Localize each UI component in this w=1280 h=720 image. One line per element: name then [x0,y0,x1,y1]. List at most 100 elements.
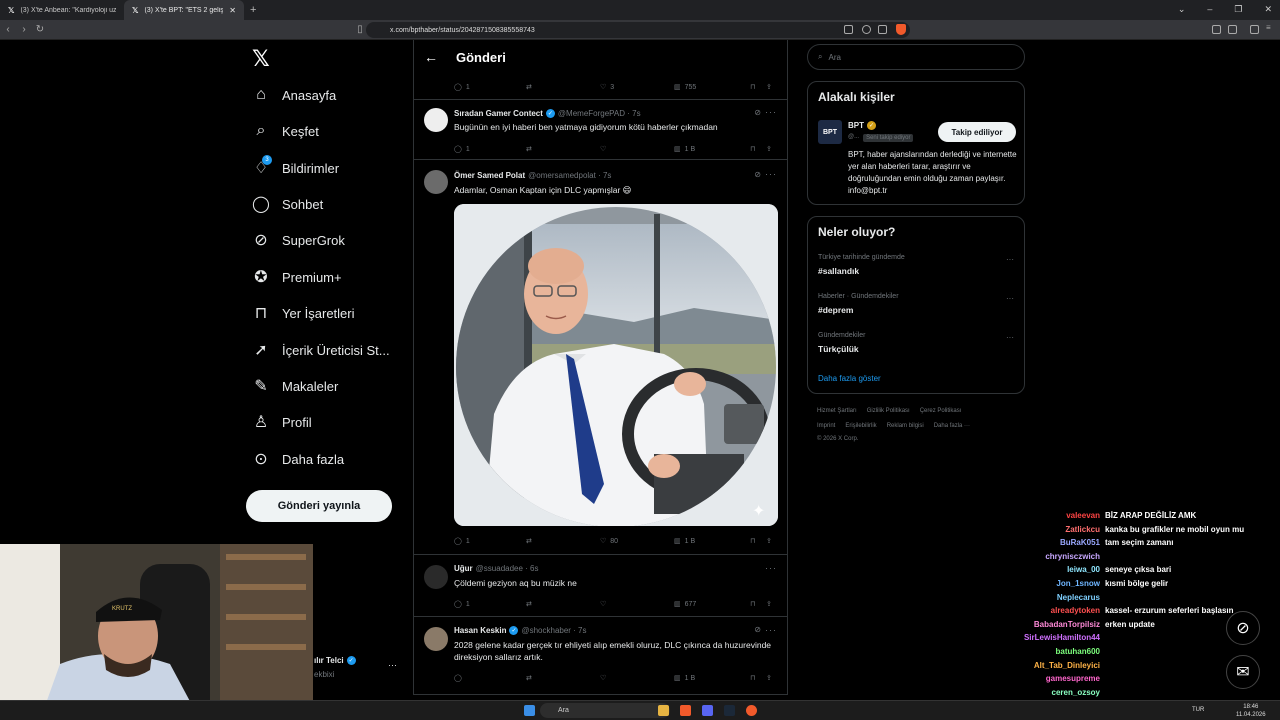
following-button[interactable]: Takip ediliyor [938,122,1016,142]
chat-username[interactable]: BabadanTorpilsiz [1000,620,1105,633]
footer-link[interactable]: Daha fazla ··· [934,423,970,429]
steam-icon[interactable] [724,705,735,716]
grok-icon[interactable]: ⊘ [754,625,761,634]
views-button[interactable]: ▥ 1 B [674,145,695,154]
views-button[interactable]: ▥ 1 B [674,537,695,546]
author-name[interactable]: Uğur [454,564,473,573]
more-icon[interactable]: ··· [765,625,777,635]
footer-link[interactable]: Imprint [817,423,835,429]
author-handle[interactable]: @ssuadadee · 6s [476,564,539,573]
bookmark-button[interactable]: ⊓ [750,537,755,545]
views-button[interactable]: ▥ 1 B [674,674,695,683]
reply-post[interactable]: Sıradan Gamer Contect ✓ @MemeForgePAD · … [414,100,787,160]
footer-link[interactable]: Gizlilik Politikası [867,408,910,414]
sidebar-item-5[interactable]: ✪ Premium+ [252,265,341,289]
reload-icon[interactable]: ↻ [32,24,48,35]
post-button[interactable]: Gönderi yayınla [246,490,392,522]
brave-alt-icon[interactable] [746,705,757,716]
more-icon[interactable]: ··· [765,169,777,179]
sidebar-item-1[interactable]: ⌕ Keşfet [252,119,319,143]
close-tab-icon[interactable]: ✕ [229,6,236,15]
chat-username[interactable]: Alt_Tab_Dinleyici [1000,661,1105,674]
share-button[interactable]: ⇪ [766,83,772,91]
bookmark-button[interactable]: ⊓ [750,145,755,153]
repost-button[interactable]: ⇄ [526,145,532,153]
close-window-button[interactable]: ✕ [1264,4,1272,15]
reply-post[interactable]: Hasan Keskin ✓ @shockhaber · 7s ⊘ ··· 20… [414,617,787,695]
chat-username[interactable]: ceren_ozsoy [1000,688,1105,701]
footer-link[interactable]: Hizmet Şartları [817,408,857,414]
back-arrow-icon[interactable]: ← [424,49,438,65]
footer-link[interactable]: Reklam bilgisi [887,423,924,429]
bookmark-button[interactable]: ⊓ [750,83,755,91]
chat-username[interactable]: batuhan600 [1000,647,1105,660]
x-logo[interactable]: 𝕏 [252,46,270,72]
account-name[interactable]: ılır Telci ✓ [314,656,356,665]
author-name[interactable]: Hasan Keskin [454,626,506,635]
messages-float-button[interactable]: ✉ [1226,655,1260,689]
chat-username[interactable]: leiwa_00 [1000,565,1105,578]
chat-username[interactable]: Jon_1snow [1000,579,1105,592]
browser-tab-active[interactable]: 𝕏 (3) X'te BPT: "ETS 2 geliştiricisi S ✕ [124,0,244,20]
author-name[interactable]: Ömer Samed Polat [454,171,525,180]
chevron-down-icon[interactable]: ⌄ [1178,4,1186,15]
footer-link[interactable]: Çerez Politikası [920,408,962,414]
sidebar-item-6[interactable]: ⊓ Yer İşaretleri [252,301,355,325]
reply-button[interactable]: ◯ [454,674,462,682]
chat-username[interactable]: alreadytoken [1000,606,1105,619]
windows-start-icon[interactable] [524,705,535,716]
author-handle[interactable]: @omersamedpolat · 7s [528,171,611,180]
sidebar-item-9[interactable]: ♙ Profil [252,410,312,434]
reply-post[interactable]: Ömer Samed Polat @omersamedpolat · 7s ⊘ … [414,160,787,555]
discord-icon[interactable] [702,705,713,716]
sidebar-item-8[interactable]: ✎ Makaleler [252,374,338,398]
post-image[interactable]: ✦ [454,204,778,526]
browser-tab[interactable]: 𝕏 (3) X'te Anbean: "Kardiyoloji uzmanı [0,0,124,20]
sidebar-item-2[interactable]: ♢ 3 Bildirimler [252,155,339,180]
reply-button[interactable]: ◯ 1 [454,600,470,609]
like-button[interactable]: ♡ [600,600,606,608]
sidebar-item-7[interactable]: ➚ İçerik Üreticisi St... [252,338,389,362]
share-button[interactable]: ⇪ [766,145,772,153]
bookmark-button[interactable]: ⊓ [750,600,755,608]
chat-username[interactable]: Zatlickcu [1000,525,1105,538]
extensions-icon[interactable] [1212,25,1221,34]
reply-button[interactable]: ◯ 1 [454,145,470,154]
zoom-icon[interactable] [862,25,871,34]
reply-post[interactable]: Uğur @ssuadadee · 6s ··· Çöldemi geziyon… [414,555,787,617]
screen-icon[interactable] [844,25,853,34]
repost-button[interactable]: ⇄ [526,600,532,608]
grok-float-button[interactable]: ⊘ [1226,611,1260,645]
reply-button[interactable]: ◯ 1 [454,537,470,546]
like-button[interactable]: ♡ 3 [600,83,614,92]
avatar[interactable] [424,170,448,194]
views-button[interactable]: ▥ 755 [674,83,696,92]
like-button[interactable]: ♡ [600,145,606,153]
more-icon[interactable]: ··· [765,107,777,117]
bpt-logo[interactable]: BPT [818,120,842,144]
author-handle[interactable]: @shockhaber · 7s [521,626,586,635]
sidebar-item-4[interactable]: ⊘ SuperGrok [252,228,345,252]
repost-button[interactable]: ⇄ [526,537,532,545]
new-tab-button[interactable]: + [250,4,256,16]
sidebar-item-10[interactable]: ⊙ Daha fazla [252,447,344,471]
share-page-icon[interactable] [878,25,887,34]
avatar[interactable] [424,565,448,589]
grok-icon[interactable]: ⊘ [754,108,761,117]
bookmark-button[interactable]: ⊓ [750,674,755,682]
share-button[interactable]: ⇪ [766,600,772,608]
chat-username[interactable]: BuRaK051 [1000,538,1105,551]
more-icon[interactable]: ··· [765,563,777,573]
brave-icon[interactable] [680,705,691,716]
taskbar-search[interactable]: Ara [540,703,670,718]
more-icon[interactable]: ··· [1006,333,1014,342]
chat-username[interactable]: Neplecarus [1000,593,1105,606]
language-indicator[interactable]: TUR [1192,707,1204,713]
share-button[interactable]: ⇪ [766,537,772,545]
like-button[interactable]: ♡ 80 [600,537,618,546]
repost-button[interactable]: ⇄ [526,674,532,682]
author-handle[interactable]: @MemeForgePAD · 7s [558,109,641,118]
more-icon[interactable]: ··· [1006,255,1014,264]
url-field[interactable]: x.com/bpthaber/status/204287150838555874… [366,22,910,38]
like-button[interactable]: ♡ [600,674,606,682]
